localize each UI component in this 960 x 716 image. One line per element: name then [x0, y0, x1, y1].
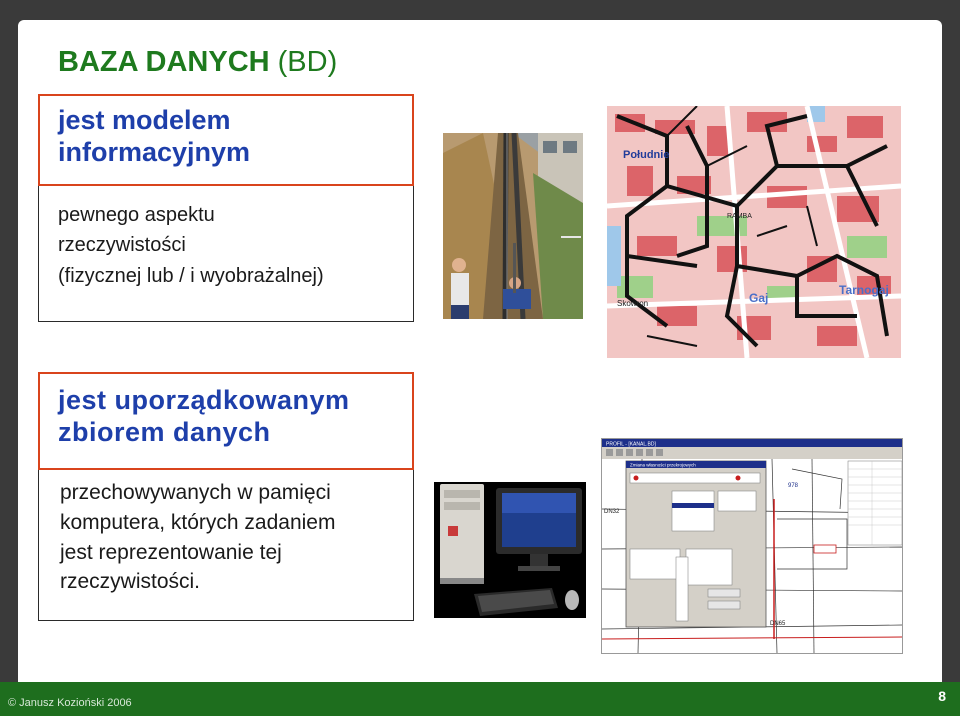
map-illustration: Południe Gaj Tarnogaj Skowron RAMBA	[607, 106, 901, 358]
cad-dialog-title: Zmiana własności przekrojowych	[630, 463, 696, 468]
heading-line: jest uporządkowanym	[58, 385, 350, 415]
map-label-gaj: Gaj	[749, 291, 768, 305]
body-line: rzeczywistości.	[60, 570, 201, 594]
cad-label-dn65: DN65	[770, 621, 786, 627]
map-label-tarnogaj: Tarnogaj	[839, 283, 889, 297]
definition-1-heading: jest modelem informacyjnym	[58, 104, 250, 169]
map-label-poludnie: Południe	[623, 149, 669, 161]
definition-2-body: przechowywanych w pamięci komputera, któ…	[60, 478, 335, 597]
cad-label-dn32: DN32	[604, 509, 620, 515]
pipeline-trench-photo	[443, 133, 583, 319]
trench-illustration	[443, 133, 583, 319]
definition-2-heading: jest uporządkowanym zbiorem danych	[58, 384, 350, 449]
heading-line: zbiorem danych	[58, 417, 271, 448]
cad-label-978: 978	[788, 483, 799, 489]
page-number: 8	[938, 688, 946, 704]
heading-line: jest modelem	[58, 105, 231, 135]
footer-copyright: © Janusz Kozioński 2006	[8, 697, 132, 709]
footer-bar	[0, 682, 960, 716]
definition-1-body: pewnego aspektu rzeczywistości (fizyczne…	[58, 200, 324, 291]
body-line: przechowywanych w pamięci	[60, 481, 331, 504]
map-label-skowronia: Skowron	[617, 299, 648, 308]
map-label-ramka: RAMBA	[727, 213, 752, 220]
title-main: BAZA DANYCH	[58, 46, 270, 78]
body-line: komputera, których zadaniem	[60, 510, 336, 534]
cad-title-bar: PROFIL - [KANAL.BD]	[606, 442, 656, 448]
slide-title: BAZA DANYCH (BD)	[58, 46, 337, 79]
computer-photo	[434, 482, 586, 618]
body-line: (fizycznej lub / i wyobrażalnej)	[58, 264, 324, 287]
body-line: jest reprezentowanie tej	[60, 540, 282, 564]
body-line: pewnego aspektu	[58, 204, 215, 226]
body-line: rzeczywistości	[58, 234, 186, 257]
cad-software-screenshot: PROFIL - [KANAL.BD] Zmiana własności prz…	[601, 438, 903, 654]
title-suffix: (BD)	[269, 46, 338, 78]
heading-line: informacyjnym	[58, 137, 251, 168]
cad-illustration: PROFIL - [KANAL.BD] Zmiana własności prz…	[602, 439, 902, 653]
city-network-map: Południe Gaj Tarnogaj Skowron RAMBA	[607, 106, 901, 358]
computer-illustration	[434, 482, 586, 618]
